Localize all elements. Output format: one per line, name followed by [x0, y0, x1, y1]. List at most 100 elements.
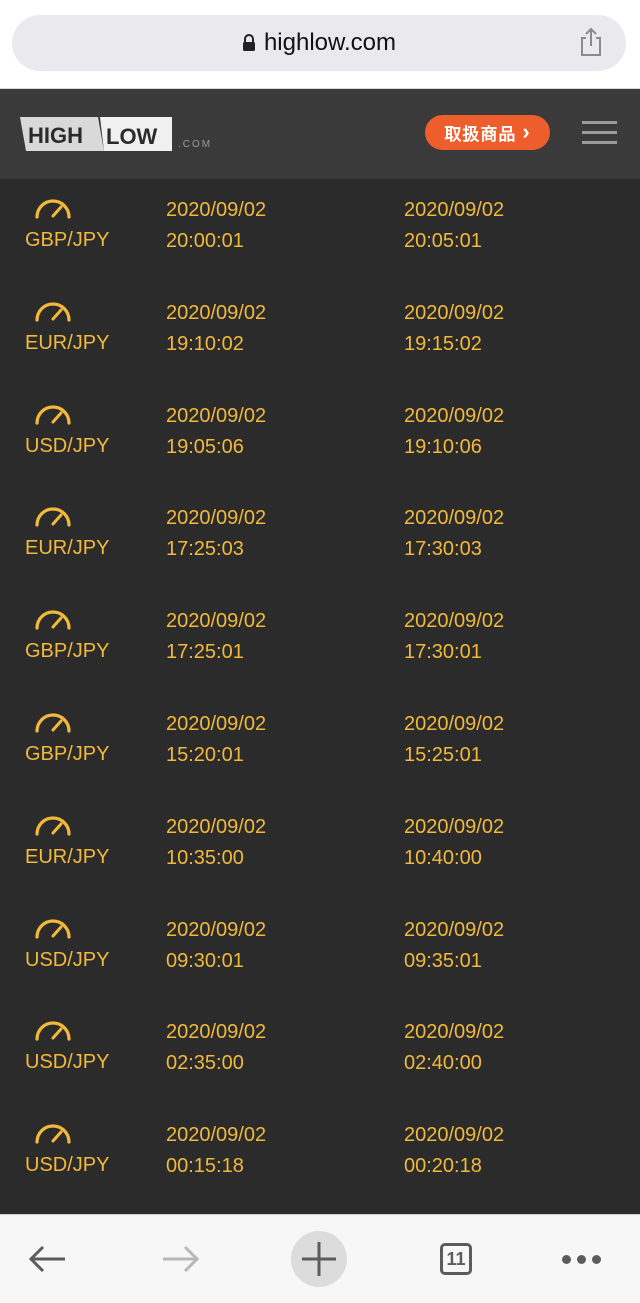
end-time: 09:35:01 — [404, 949, 482, 972]
start-datetime: 2020/09/02 20:00:01 — [166, 195, 266, 257]
end-date: 2020/09/02 — [404, 918, 505, 941]
start-time: 19:10:02 — [166, 332, 244, 355]
table-row[interactable]: GBP/JPY 2020/09/02 20:00:01 2020/09/02 2… — [0, 179, 640, 282]
new-tab-button[interactable] — [291, 1215, 347, 1303]
end-datetime: 2020/09/02 15:25:01 — [404, 709, 504, 771]
end-datetime: 2020/09/02 02:40:00 — [404, 1017, 504, 1079]
tabs-count: 11 — [440, 1243, 472, 1275]
currency-pair: GBP/JPY — [25, 640, 110, 663]
table-row[interactable]: USD/JPY 2020/09/02 00:15:18 2020/09/02 0… — [0, 1104, 640, 1207]
gauge-icon — [33, 1120, 73, 1149]
start-datetime: 2020/09/02 15:20:01 — [166, 709, 266, 771]
gauge-icon — [33, 401, 73, 430]
start-date: 2020/09/02 — [166, 507, 267, 530]
products-button[interactable]: 取扱商品 › — [425, 115, 550, 150]
end-datetime: 2020/09/02 00:20:18 — [404, 1120, 504, 1182]
end-date: 2020/09/02 — [404, 712, 505, 735]
end-date: 2020/09/02 — [404, 301, 505, 324]
start-date: 2020/09/02 — [166, 918, 267, 941]
end-time: 02:40:00 — [404, 1052, 482, 1075]
start-date: 2020/09/02 — [166, 301, 267, 324]
start-time: 17:25:03 — [166, 538, 244, 561]
start-date: 2020/09/02 — [166, 199, 267, 221]
end-date: 2020/09/02 — [404, 1021, 505, 1044]
url-display: highlow.com — [12, 15, 626, 71]
logo-dotcom-text: .COM — [178, 139, 212, 150]
end-datetime: 2020/09/02 19:15:02 — [404, 298, 504, 360]
start-datetime: 2020/09/02 00:15:18 — [166, 1120, 266, 1182]
start-datetime: 2020/09/02 17:25:03 — [166, 503, 266, 565]
tabs-button[interactable]: 11 — [430, 1215, 482, 1303]
address-bar[interactable]: highlow.com — [12, 15, 626, 71]
start-time: 17:25:01 — [166, 641, 244, 664]
end-datetime: 2020/09/02 17:30:03 — [404, 503, 504, 565]
currency-pair: USD/JPY — [25, 1154, 110, 1177]
end-date: 2020/09/02 — [404, 404, 505, 427]
chevron-right-icon: › — [522, 118, 531, 144]
start-date: 2020/09/02 — [166, 404, 267, 427]
end-date: 2020/09/02 — [404, 1124, 505, 1147]
logo-low-text: LOW — [106, 124, 158, 149]
currency-pair: GBP/JPY — [25, 229, 110, 251]
currency-pair: EUR/JPY — [25, 845, 110, 868]
end-time: 15:25:01 — [404, 743, 482, 766]
end-time: 10:40:00 — [404, 846, 482, 869]
browser-toolbar: 11 — [0, 1214, 640, 1303]
lock-icon — [242, 34, 256, 52]
currency-pair: USD/JPY — [25, 948, 110, 971]
start-datetime: 2020/09/02 09:30:01 — [166, 915, 266, 977]
plus-icon — [302, 1242, 336, 1276]
end-time: 19:10:06 — [404, 435, 482, 458]
currency-pair: USD/JPY — [25, 1051, 110, 1074]
gauge-icon — [33, 1017, 73, 1046]
table-row[interactable]: USD/JPY 2020/09/02 09:30:01 2020/09/02 0… — [0, 899, 640, 1002]
start-date: 2020/09/02 — [166, 1021, 267, 1044]
start-datetime: 2020/09/02 02:35:00 — [166, 1017, 266, 1079]
currency-pair: USD/JPY — [25, 434, 110, 457]
table-row[interactable]: GBP/JPY 2020/09/02 17:25:01 2020/09/02 1… — [0, 590, 640, 693]
arrow-right-icon — [163, 1245, 200, 1273]
currency-pair: EUR/JPY — [25, 331, 110, 354]
start-time: 20:00:01 — [166, 230, 244, 252]
currency-pair: EUR/JPY — [25, 537, 110, 560]
start-time: 09:30:01 — [166, 949, 244, 972]
end-date: 2020/09/02 — [404, 815, 505, 838]
start-time: 02:35:00 — [166, 1052, 244, 1075]
start-time: 19:05:06 — [166, 435, 244, 458]
highlow-logo[interactable]: HIGH LOW .COM — [20, 113, 225, 160]
url-text: highlow.com — [263, 29, 397, 56]
end-datetime: 2020/09/02 17:30:01 — [404, 606, 504, 668]
arrow-left-icon — [28, 1245, 65, 1273]
start-time: 15:20:01 — [166, 743, 244, 766]
end-time: 20:05:01 — [404, 230, 482, 252]
currency-pair: GBP/JPY — [25, 742, 110, 765]
end-date: 2020/09/02 — [404, 507, 505, 530]
end-date: 2020/09/02 — [404, 610, 505, 633]
gauge-icon — [33, 915, 73, 944]
end-time: 19:15:02 — [404, 332, 482, 355]
table-row[interactable]: EUR/JPY 2020/09/02 19:10:02 2020/09/02 1… — [0, 282, 640, 385]
table-row[interactable]: USD/JPY 2020/09/02 02:35:00 2020/09/02 0… — [0, 1001, 640, 1104]
forward-button[interactable] — [152, 1215, 210, 1303]
more-menu-button[interactable] — [555, 1215, 607, 1303]
browser-address-area: highlow.com — [0, 0, 640, 89]
hamburger-menu-icon[interactable] — [582, 120, 618, 151]
start-date: 2020/09/02 — [166, 1124, 267, 1147]
end-time: 17:30:03 — [404, 538, 482, 561]
start-date: 2020/09/02 — [166, 815, 267, 838]
end-datetime: 2020/09/02 10:40:00 — [404, 812, 504, 874]
table-row[interactable]: GBP/JPY 2020/09/02 15:20:01 2020/09/02 1… — [0, 693, 640, 796]
share-icon[interactable] — [578, 27, 604, 57]
more-dots-icon — [561, 1254, 601, 1264]
gauge-icon — [33, 298, 73, 327]
start-datetime: 2020/09/02 10:35:00 — [166, 812, 266, 874]
start-date: 2020/09/02 — [166, 610, 267, 633]
start-time: 10:35:00 — [166, 846, 244, 869]
back-button[interactable] — [18, 1215, 76, 1303]
table-row[interactable]: EUR/JPY 2020/09/02 17:25:03 2020/09/02 1… — [0, 487, 640, 590]
products-button-label: 取扱商品 — [444, 125, 517, 144]
table-row[interactable]: USD/JPY 2020/09/02 19:05:06 2020/09/02 1… — [0, 385, 640, 488]
gauge-icon — [33, 503, 73, 532]
gauge-icon — [33, 709, 73, 738]
table-row[interactable]: EUR/JPY 2020/09/02 10:35:00 2020/09/02 1… — [0, 796, 640, 899]
